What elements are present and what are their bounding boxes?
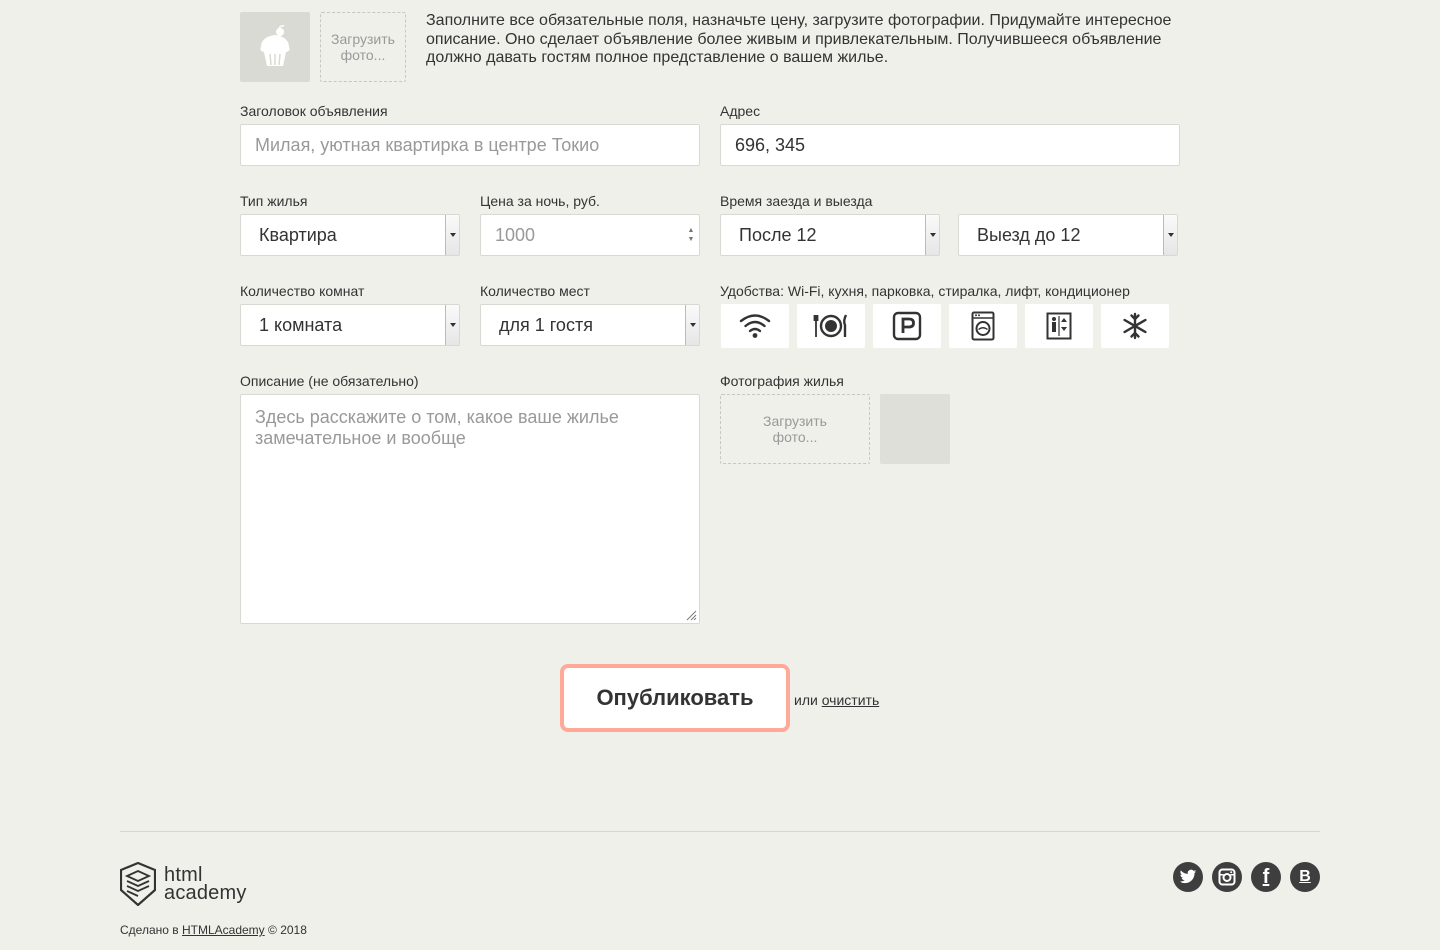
chevron-down-icon <box>445 305 459 345</box>
type-selected: Квартира <box>259 224 337 245</box>
capacity-select[interactable]: для 1 гостя <box>480 304 700 346</box>
logo-text: html academy <box>164 865 247 904</box>
price-input[interactable]: 1000 ▲ ▼ <box>480 214 700 256</box>
chevron-down-icon <box>685 305 699 345</box>
title-label: Заголовок объявления <box>240 103 388 119</box>
feature-washer[interactable] <box>949 304 1017 348</box>
time-label: Время заезда и выезда <box>720 193 873 209</box>
instagram-icon <box>1218 868 1236 886</box>
type-select[interactable]: Квартира <box>240 214 460 256</box>
photo-preview <box>880 394 950 464</box>
copyright-suffix: © 2018 <box>268 923 307 937</box>
vk-link[interactable]: B <box>1290 862 1320 892</box>
checkin-selected: После 12 <box>739 224 817 245</box>
chevron-down-icon <box>925 215 939 255</box>
wifi-icon <box>739 314 771 338</box>
address-label: Адрес <box>720 103 761 119</box>
facebook-link[interactable]: f <box>1251 862 1281 892</box>
description-textarea[interactable]: Здесь расскажите о том, какое ваше жилье… <box>240 394 700 624</box>
or-text: или <box>794 692 818 708</box>
price-stepper[interactable]: ▲ ▼ <box>687 227 695 243</box>
avatar-preview <box>240 12 310 82</box>
checkout-selected: Выезд до 12 <box>977 224 1081 245</box>
features-label: Удобства: Wi-Fi, кухня, парковка, стирал… <box>720 283 1130 299</box>
avatar-upload-label: Загрузить фото... <box>331 31 395 63</box>
feature-wifi[interactable] <box>721 304 789 348</box>
resize-handle-icon[interactable] <box>685 609 697 621</box>
capacity-selected: для 1 гостя <box>499 314 593 335</box>
checkout-select[interactable]: Выезд до 12 <box>958 214 1178 256</box>
instagram-link[interactable] <box>1212 862 1242 892</box>
copyright-prefix: Сделано в <box>120 923 179 937</box>
feature-elevator[interactable] <box>1025 304 1093 348</box>
copyright: Сделано в HTMLAcademy © 2018 <box>120 923 307 937</box>
elevator-icon <box>1046 312 1072 340</box>
twitter-icon <box>1179 869 1197 884</box>
footer-divider <box>120 831 1320 832</box>
plate-icon <box>813 314 848 338</box>
description-label: Описание (не обязательно) <box>240 373 419 389</box>
washer-icon <box>971 311 995 341</box>
address-input[interactable]: 696, 345 <box>720 124 1180 166</box>
chevron-down-icon <box>1163 215 1177 255</box>
feature-parking[interactable] <box>873 304 941 348</box>
capacity-label: Количество мест <box>480 283 590 299</box>
checkin-select[interactable]: После 12 <box>720 214 940 256</box>
facebook-icon: f <box>1262 865 1270 888</box>
price-placeholder: 1000 <box>495 224 536 245</box>
logo-line-2: academy <box>164 882 247 904</box>
rooms-selected: 1 комната <box>259 314 343 335</box>
reset-link[interactable]: очистить <box>822 692 880 708</box>
htmlacademy-logo-icon <box>120 862 156 906</box>
cupcake-icon <box>260 25 290 66</box>
rooms-select[interactable]: 1 комната <box>240 304 460 346</box>
snowflake-icon <box>1123 312 1147 340</box>
type-label: Тип жилья <box>240 193 308 209</box>
description-placeholder: Здесь расскажите о том, какое ваше жилье… <box>255 407 619 448</box>
vk-icon: B <box>1299 868 1311 885</box>
address-value: 696, 345 <box>735 134 806 155</box>
footer-logo[interactable]: html academy <box>120 862 247 906</box>
photos-label: Фотография жилья <box>720 373 844 389</box>
intro-text: Заполните все обязательные поля, назначь… <box>426 12 1172 66</box>
title-placeholder: Милая, уютная квартирка в центре Токио <box>255 134 600 155</box>
price-label: Цена за ночь, руб. <box>480 193 600 209</box>
twitter-link[interactable] <box>1173 862 1203 892</box>
title-input[interactable]: Милая, уютная квартирка в центре Токио <box>240 124 700 166</box>
publish-button[interactable]: Опубликовать <box>560 664 790 732</box>
chevron-down-icon <box>445 215 459 255</box>
rooms-label: Количество комнат <box>240 283 365 299</box>
feature-dishwasher[interactable] <box>797 304 865 348</box>
feature-conditioner[interactable] <box>1101 304 1169 348</box>
reset-area: или очистить <box>794 692 879 708</box>
avatar-upload-button[interactable]: Загрузить фото... <box>320 12 406 82</box>
photo-upload-button[interactable]: Загрузить фото... <box>720 394 870 464</box>
photo-upload-label: Загрузить фото... <box>763 413 827 445</box>
parking-icon <box>892 311 922 341</box>
htmlacademy-link[interactable]: HTMLAcademy <box>182 923 265 937</box>
